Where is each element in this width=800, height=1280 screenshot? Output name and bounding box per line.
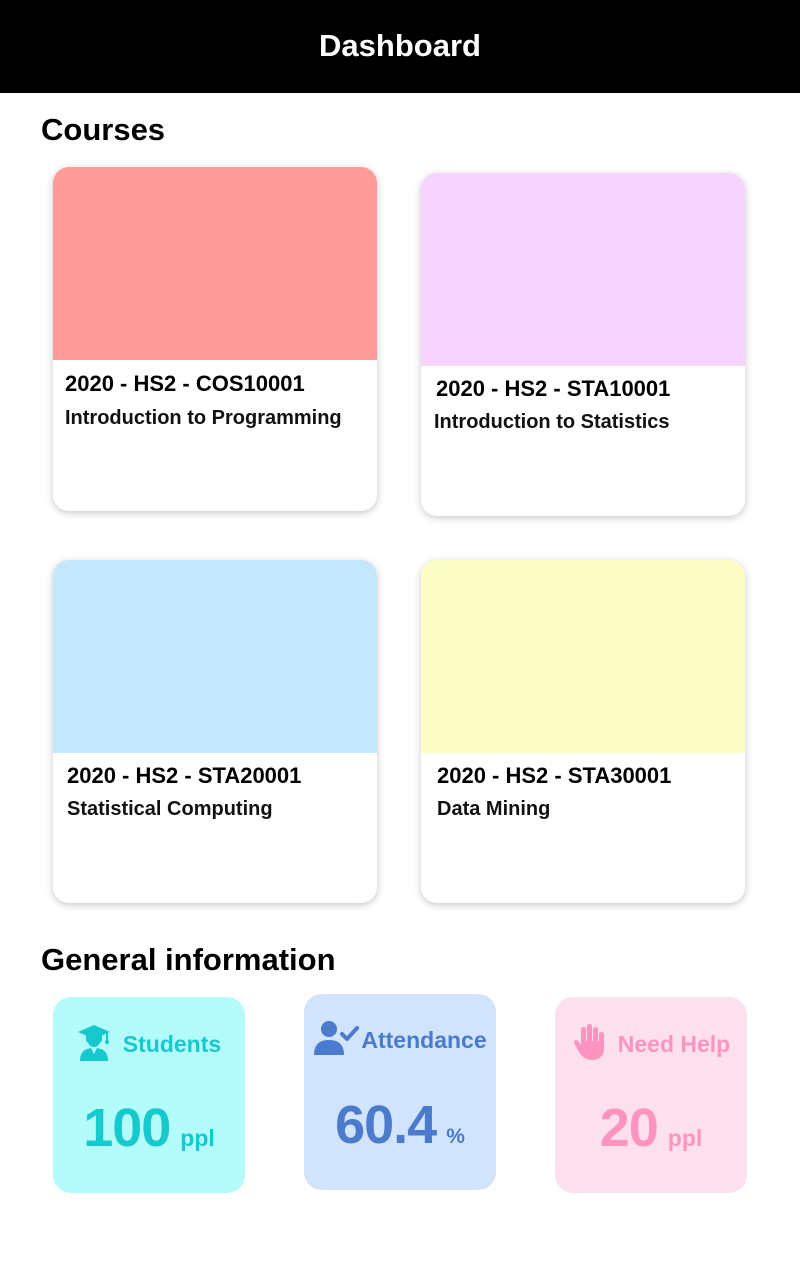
course-name: Data Mining: [437, 798, 551, 820]
graduate-icon: [77, 1023, 111, 1066]
course-banner: [53, 560, 377, 753]
course-card-sta20001[interactable]: 2020 - HS2 - STA20001 Statistical Comput…: [53, 560, 377, 903]
need-help-value-row: 20 ppl: [555, 1097, 747, 1159]
header-bar: Dashboard: [0, 0, 800, 93]
course-code: 2020 - HS2 - STA10001: [436, 376, 671, 401]
students-card-header: Students: [53, 1023, 245, 1066]
students-value: 100: [83, 1098, 171, 1158]
need-help-label: Need Help: [617, 1031, 731, 1057]
general-info-section-title: General information: [41, 942, 336, 977]
attendance-label: Attendance: [361, 1027, 487, 1053]
raised-hand-icon: [572, 1023, 606, 1066]
attendance-value: 60.4: [335, 1095, 437, 1155]
need-help-value: 20: [599, 1098, 659, 1158]
students-card[interactable]: Students 100 ppl: [53, 997, 245, 1193]
course-banner: [421, 173, 745, 366]
page-title: Dashboard: [319, 27, 481, 63]
course-name: Introduction to Statistics: [434, 411, 670, 433]
students-value-row: 100 ppl: [53, 1097, 245, 1159]
need-help-card[interactable]: Need Help 20 ppl: [555, 997, 747, 1193]
course-code: 2020 - HS2 - STA30001: [437, 763, 672, 788]
attendance-card[interactable]: Attendance 60.4 %: [304, 994, 496, 1190]
course-card-cos10001[interactable]: 2020 - HS2 - COS10001 Introduction to Pr…: [53, 167, 377, 511]
attendance-unit: %: [446, 1125, 465, 1148]
course-name: Introduction to Programming: [65, 407, 342, 429]
attendance-value-row: 60.4 %: [304, 1094, 496, 1156]
course-code: 2020 - HS2 - STA20001: [67, 763, 302, 788]
courses-section-title: Courses: [41, 112, 166, 147]
course-card-sta30001[interactable]: 2020 - HS2 - STA30001 Data Mining: [421, 560, 745, 903]
students-unit: ppl: [180, 1125, 215, 1151]
course-banner: [421, 560, 745, 753]
attendance-card-header: Attendance: [304, 1020, 496, 1061]
course-banner: [53, 167, 377, 360]
need-help-unit: ppl: [667, 1125, 703, 1151]
students-label: Students: [122, 1031, 222, 1057]
need-help-card-header: Need Help: [555, 1023, 747, 1066]
course-card-sta10001[interactable]: 2020 - HS2 - STA10001 Introduction to St…: [421, 173, 745, 516]
course-name: Statistical Computing: [67, 798, 273, 820]
user-check-icon: [313, 1020, 360, 1061]
course-code: 2020 - HS2 - COS10001: [65, 371, 305, 396]
